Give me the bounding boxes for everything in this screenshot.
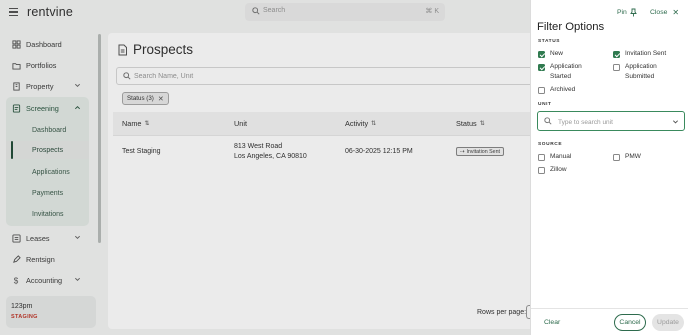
search-icon — [544, 117, 552, 125]
unit-search-select[interactable] — [537, 111, 685, 131]
checkbox[interactable] — [613, 153, 620, 161]
checkbox-label: Manual — [550, 153, 572, 160]
checkbox[interactable] — [538, 50, 545, 58]
unit-section-label: UNIT — [538, 102, 552, 107]
clear-button[interactable]: Clear — [544, 319, 560, 326]
checkbox[interactable] — [538, 86, 545, 94]
chevron-down-icon[interactable] — [672, 119, 679, 125]
modal-backdrop[interactable] — [0, 0, 530, 335]
checkbox[interactable] — [538, 153, 545, 161]
panel-title: Filter Options — [537, 21, 605, 33]
pin-label: Pin — [617, 9, 627, 16]
source-checkbox-pmw[interactable]: PMW — [613, 152, 641, 162]
checkbox-label: New — [550, 50, 564, 57]
status-checkbox-new[interactable]: New — [538, 49, 563, 59]
cancel-button[interactable]: Cancel — [614, 314, 646, 331]
source-checkbox-manual[interactable]: Manual — [538, 152, 571, 162]
close-label: Close — [650, 9, 668, 16]
checkbox-label: Invitation Sent — [625, 50, 667, 57]
status-checkbox-application-submitted[interactable]: Application Submitted — [613, 62, 657, 82]
unit-search-input[interactable] — [558, 116, 668, 128]
status-checkbox-archived[interactable]: Archived — [538, 85, 575, 95]
filter-panel: Pin Close ✕ Filter Options STATUS New In… — [530, 0, 688, 335]
pin-button[interactable]: Pin — [617, 8, 637, 17]
close-icon: ✕ — [672, 8, 680, 17]
checkbox-label: Application Started — [550, 63, 582, 80]
checkbox-label: Zillow — [550, 166, 567, 173]
checkbox[interactable] — [613, 63, 620, 71]
close-button[interactable]: Close ✕ — [650, 8, 679, 17]
footer-divider — [531, 308, 688, 309]
status-section-label: STATUS — [538, 39, 561, 44]
pin-icon — [629, 8, 637, 17]
checkbox[interactable] — [538, 166, 545, 174]
status-checkbox-invitation-sent[interactable]: Invitation Sent — [613, 49, 666, 59]
checkbox-label: PMW — [625, 153, 641, 160]
checkbox-label: Archived — [550, 86, 576, 93]
status-checkbox-application-started[interactable]: Application Started — [538, 62, 582, 82]
checkbox[interactable] — [538, 63, 545, 71]
checkbox-label: Application Submitted — [625, 63, 657, 80]
source-checkbox-zillow[interactable]: Zillow — [538, 165, 567, 175]
source-section-label: SOURCE — [538, 142, 563, 147]
checkbox[interactable] — [613, 50, 620, 58]
update-button[interactable]: Update — [652, 314, 684, 331]
